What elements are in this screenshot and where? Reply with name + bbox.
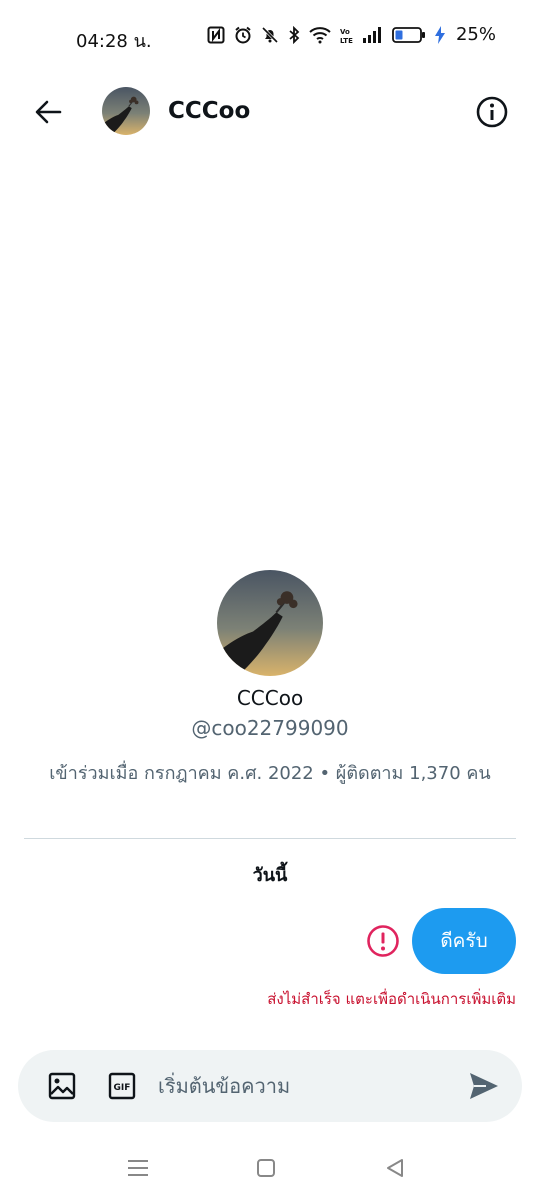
back-nav-button[interactable] (382, 1154, 410, 1182)
home-button[interactable] (252, 1154, 280, 1182)
image-icon (48, 1072, 76, 1100)
charging-icon (434, 25, 445, 44)
header-avatar[interactable] (102, 87, 150, 135)
alert-circle-icon[interactable] (366, 924, 400, 958)
profile-handle: @coo22799090 (191, 716, 349, 740)
battery-percent: 25% (455, 24, 496, 45)
profile-meta: เข้าร่วมเมื่อ กรกฎาคม ค.ศ. 2022 • ผู้ติด… (49, 763, 491, 784)
status-icons: Vo LTE 25% (207, 24, 496, 45)
recents-button[interactable] (124, 1154, 152, 1182)
arrow-left-icon (35, 100, 62, 124)
menu-icon (128, 1160, 148, 1176)
header-title[interactable]: CCCoo (168, 98, 250, 124)
date-separator: วันนี้ (252, 865, 288, 886)
message-input[interactable] (158, 1066, 448, 1106)
volte-icon: VoLTE (340, 28, 353, 44)
system-nav-bar (0, 1140, 540, 1200)
back-button[interactable] (28, 92, 68, 132)
svg-text:GIF: GIF (114, 1083, 131, 1093)
profile-avatar[interactable] (217, 570, 323, 676)
svg-text:Vo: Vo (340, 28, 350, 36)
home-square-icon (257, 1159, 275, 1177)
message-composer: GIF (18, 1050, 522, 1122)
signal-icon (362, 26, 381, 43)
info-button[interactable] (472, 92, 512, 132)
avatar-image (102, 87, 150, 135)
gif-button[interactable]: GIF (108, 1072, 136, 1100)
gif-icon: GIF (108, 1072, 136, 1100)
avatar-image (217, 570, 323, 676)
send-button[interactable] (468, 1070, 500, 1102)
nfc-icon (207, 26, 225, 43)
message-bubble[interactable]: ดีครับ (412, 908, 516, 974)
image-button[interactable] (48, 1072, 76, 1100)
conversation-header: CCCoo (0, 72, 540, 152)
battery-icon (392, 26, 425, 43)
divider (24, 838, 516, 839)
status-bar: 04:28 น. Vo LTE 25% (0, 0, 540, 72)
triangle-back-icon (387, 1159, 403, 1177)
profile-summary: CCCoo @coo22799090 เข้าร่วมเมื่อ กรกฎาคม… (0, 570, 540, 787)
status-time: 04:28 น. (76, 31, 152, 52)
send-icon (470, 1073, 498, 1099)
svg-text:LTE: LTE (340, 37, 353, 44)
info-icon (476, 96, 508, 128)
profile-name[interactable]: CCCoo (0, 686, 540, 710)
mute-bell-icon (261, 26, 279, 43)
bluetooth-icon (289, 25, 300, 44)
alarm-icon (235, 26, 251, 43)
wifi-icon (309, 26, 331, 43)
send-failed-text[interactable]: ส่งไม่สำเร็จ แตะเพื่อดำเนินการเพิ่มเติม (267, 987, 516, 1011)
